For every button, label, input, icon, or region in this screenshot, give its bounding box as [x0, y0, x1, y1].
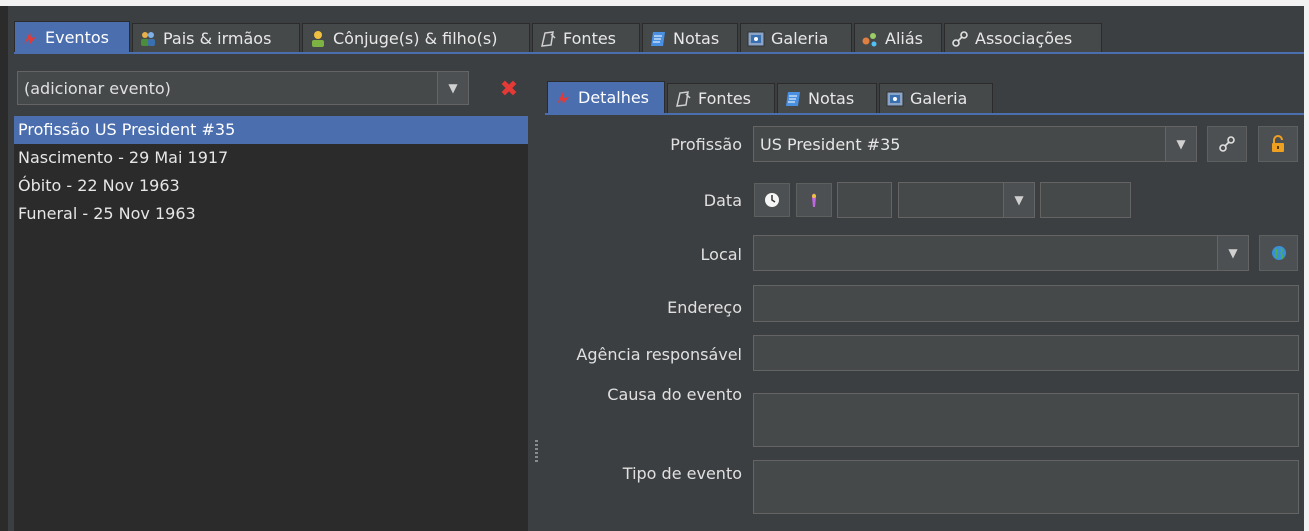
globe-icon: [1270, 244, 1288, 262]
splitter-grip[interactable]: [535, 440, 538, 464]
list-item[interactable]: Óbito - 22 Nov 1963: [14, 172, 528, 200]
endereco-label: Endereço: [667, 298, 742, 317]
tab-alias[interactable]: Aliás: [854, 23, 942, 53]
tab-label: Cônjuge(s) & filho(s): [333, 29, 498, 48]
tab-label: Associações: [975, 29, 1073, 48]
tab-label: Detalhes: [578, 88, 650, 107]
tab-detail-fontes[interactable]: Fontes: [667, 83, 775, 113]
association-icon: [951, 30, 969, 48]
window-left-border: [0, 6, 8, 531]
unlock-icon: [1269, 135, 1287, 153]
tab-detail-notas[interactable]: Notas: [777, 83, 877, 113]
add-event-combo-value: (adicionar evento): [24, 78, 171, 98]
event-icon: [554, 89, 572, 107]
tab-eventos[interactable]: Eventos: [14, 21, 130, 53]
list-item[interactable]: Nascimento - 29 Mai 1917: [14, 144, 528, 172]
tab-detail-galeria[interactable]: Galeria: [879, 83, 993, 113]
tab-label: Fontes: [563, 29, 617, 48]
date-quality-icon: [805, 191, 823, 209]
select-place-button[interactable]: [1259, 235, 1298, 271]
family-icon: [139, 30, 157, 48]
agencia-label: Agência responsável: [576, 345, 742, 364]
window-top-border: [0, 0, 1309, 6]
tab-label: Notas: [808, 89, 855, 108]
agencia-field[interactable]: [753, 335, 1299, 371]
tab-label: Fontes: [698, 89, 752, 108]
tab-detalhes[interactable]: Detalhes: [547, 81, 665, 113]
tab-label: Pais & irmãos: [163, 29, 272, 48]
association-icon: [1218, 135, 1236, 153]
tab-pais-irmaos[interactable]: Pais & irmãos: [132, 23, 300, 53]
gallery-icon: [747, 30, 765, 48]
date-year-field[interactable]: [1040, 182, 1131, 218]
tipo-label: Tipo de evento: [622, 464, 742, 483]
date-day-field[interactable]: [837, 182, 892, 218]
causa-textarea[interactable]: [753, 393, 1299, 447]
list-item[interactable]: Funeral - 25 Nov 1963: [14, 200, 528, 228]
local-label: Local: [700, 245, 742, 264]
profissao-value: US President #35: [760, 134, 901, 154]
tab-label: Notas: [673, 29, 720, 48]
local-combo[interactable]: ▼: [753, 235, 1249, 271]
tab-associacoes[interactable]: Associações: [944, 23, 1102, 53]
tab-galeria[interactable]: Galeria: [740, 23, 852, 53]
close-icon: ✖: [499, 76, 519, 102]
gallery-icon: [886, 90, 904, 108]
tab-conjuges-filhos[interactable]: Cônjuge(s) & filho(s): [302, 23, 530, 53]
alias-icon: [861, 30, 879, 48]
profissao-label: Profissão: [670, 135, 742, 154]
privacy-lock-button[interactable]: [1258, 126, 1298, 162]
chevron-down-icon[interactable]: ▼: [1217, 236, 1248, 270]
tab-notas[interactable]: Notas: [642, 23, 738, 53]
clock-icon: [763, 191, 781, 209]
tab-fontes[interactable]: Fontes: [532, 23, 640, 53]
chevron-down-icon[interactable]: ▼: [1003, 183, 1034, 217]
window-right-border: [1304, 6, 1309, 531]
source-icon: [539, 30, 557, 48]
share-event-button[interactable]: [1207, 126, 1247, 162]
chevron-down-icon[interactable]: ▼: [1165, 127, 1196, 161]
notes-icon: [649, 30, 667, 48]
profissao-combo[interactable]: US President #35 ▼: [753, 126, 1197, 162]
notes-icon: [784, 90, 802, 108]
tipo-textarea[interactable]: [753, 460, 1299, 514]
delete-event-button[interactable]: ✖: [496, 76, 522, 102]
add-event-combo[interactable]: (adicionar evento) ▼: [17, 71, 469, 105]
endereco-field[interactable]: [753, 285, 1299, 322]
causa-label: Causa do evento: [607, 385, 742, 404]
data-label: Data: [703, 191, 742, 210]
date-month-combo[interactable]: ▼: [898, 182, 1035, 218]
spouse-icon: [309, 30, 327, 48]
tab-label: Galeria: [771, 29, 829, 48]
source-icon: [674, 90, 692, 108]
date-calendar-button[interactable]: [754, 183, 790, 217]
tab-label: Aliás: [885, 29, 923, 48]
tab-label: Galeria: [910, 89, 968, 108]
events-list[interactable]: Profissão US President #35 Nascimento - …: [14, 116, 528, 531]
top-tab-bar: Eventos Pais & irmãos Cônjuge(s) & filho…: [14, 21, 1304, 53]
tab-label: Eventos: [45, 28, 109, 47]
event-icon: [21, 29, 39, 47]
list-item[interactable]: Profissão US President #35: [14, 116, 528, 144]
chevron-down-icon[interactable]: ▼: [437, 72, 468, 104]
date-validity-button[interactable]: [796, 183, 832, 217]
